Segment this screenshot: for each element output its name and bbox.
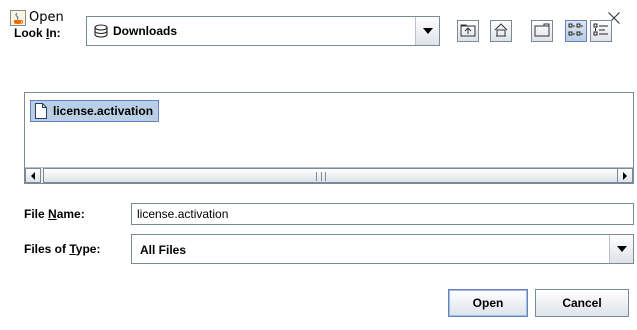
file-icon	[35, 103, 47, 119]
home-button[interactable]	[490, 20, 512, 42]
file-type-label-text: Files of	[24, 242, 70, 256]
file-type-label-text-end: ype:	[75, 242, 101, 256]
file-name-field[interactable]	[131, 203, 634, 225]
scroll-left-button[interactable]	[25, 168, 41, 183]
look-in-dropdown-button[interactable]	[415, 17, 439, 45]
file-type-value: All Files	[140, 243, 187, 257]
file-name: license.activation	[53, 104, 154, 118]
details-view-icon	[593, 23, 609, 40]
home-icon	[493, 22, 509, 41]
file-type-label: Files of Type:	[24, 242, 100, 256]
look-in-combo[interactable]: Downloads	[86, 16, 440, 46]
open-button[interactable]: Open	[448, 289, 528, 317]
file-type-combo[interactable]: All Files	[131, 234, 634, 264]
cancel-button[interactable]: Cancel	[535, 289, 629, 317]
details-view-button[interactable]	[590, 20, 612, 42]
file-name-label: File Name:	[24, 207, 85, 221]
up-one-level-button[interactable]	[457, 20, 479, 42]
chevron-down-icon	[422, 28, 433, 34]
java-cup-icon	[10, 10, 26, 26]
up-one-level-icon	[460, 23, 476, 40]
disk-icon	[94, 24, 108, 38]
chevron-left-icon	[30, 168, 36, 183]
look-in-label-text: Look	[14, 26, 46, 40]
new-folder-button[interactable]	[531, 20, 553, 42]
look-in-label-text-end: n:	[49, 26, 61, 40]
list-item[interactable]: license.activation	[30, 100, 160, 122]
chevron-right-icon	[622, 168, 628, 183]
look-in-label: Look In:	[14, 26, 61, 40]
scroll-thumb[interactable]	[43, 168, 621, 183]
look-in-value: Downloads	[113, 24, 178, 38]
file-name-label-text: File	[24, 207, 49, 221]
chevron-down-icon	[616, 246, 627, 252]
grip-icon	[316, 172, 326, 181]
horizontal-scrollbar[interactable]	[25, 167, 633, 183]
file-list[interactable]: license.activation	[24, 92, 634, 184]
file-type-dropdown-button[interactable]	[609, 235, 633, 263]
file-name-label-text-end: ame:	[56, 207, 85, 221]
new-folder-icon	[534, 23, 550, 40]
list-view-button[interactable]	[565, 20, 587, 42]
file-name-mnemonic: N	[48, 207, 57, 221]
window-title: Open	[29, 10, 64, 25]
list-view-icon	[568, 23, 584, 40]
scroll-right-button[interactable]	[617, 168, 633, 183]
